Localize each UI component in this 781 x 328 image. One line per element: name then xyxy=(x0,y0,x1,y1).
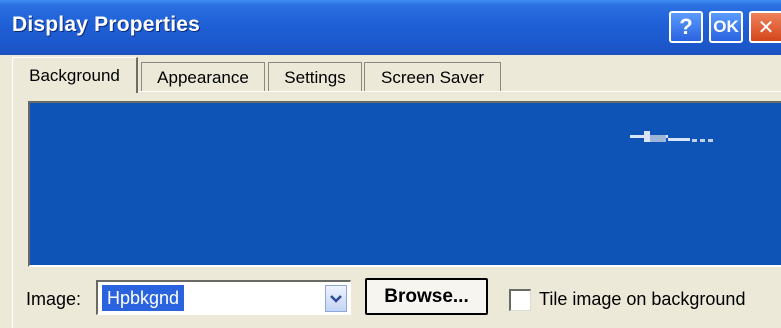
display-properties-window: Display Properties ? OK ✕ Background App… xyxy=(0,0,781,328)
ok-button[interactable]: OK xyxy=(709,11,743,43)
close-button[interactable]: ✕ xyxy=(749,11,781,43)
tab-screen-saver[interactable]: Screen Saver xyxy=(364,62,501,92)
image-select[interactable]: Hpbkgnd xyxy=(96,280,351,315)
image-select-value: Hpbkgnd xyxy=(102,285,185,311)
tab-strip: Background Appearance Settings Screen Sa… xyxy=(0,55,781,93)
dropdown-button[interactable] xyxy=(325,285,347,312)
tab-appearance[interactable]: Appearance xyxy=(141,62,265,92)
title-bar: Display Properties ? OK ✕ xyxy=(0,0,781,55)
window-title: Display Properties xyxy=(12,13,201,36)
chevron-down-icon xyxy=(330,294,342,303)
help-button[interactable]: ? xyxy=(669,11,703,43)
tile-image-label[interactable]: Tile image on background xyxy=(539,289,745,310)
tab-background[interactable]: Background xyxy=(12,57,138,93)
background-preview xyxy=(28,101,781,267)
hp-logo-icon xyxy=(630,131,713,142)
browse-button[interactable]: Browse... xyxy=(365,278,488,315)
image-label: Image: xyxy=(26,289,82,309)
background-tab-panel: Image: Hpbkgnd Browse... Tile image on b… xyxy=(12,91,781,328)
tab-settings[interactable]: Settings xyxy=(268,62,362,92)
tile-image-checkbox[interactable] xyxy=(509,289,531,311)
